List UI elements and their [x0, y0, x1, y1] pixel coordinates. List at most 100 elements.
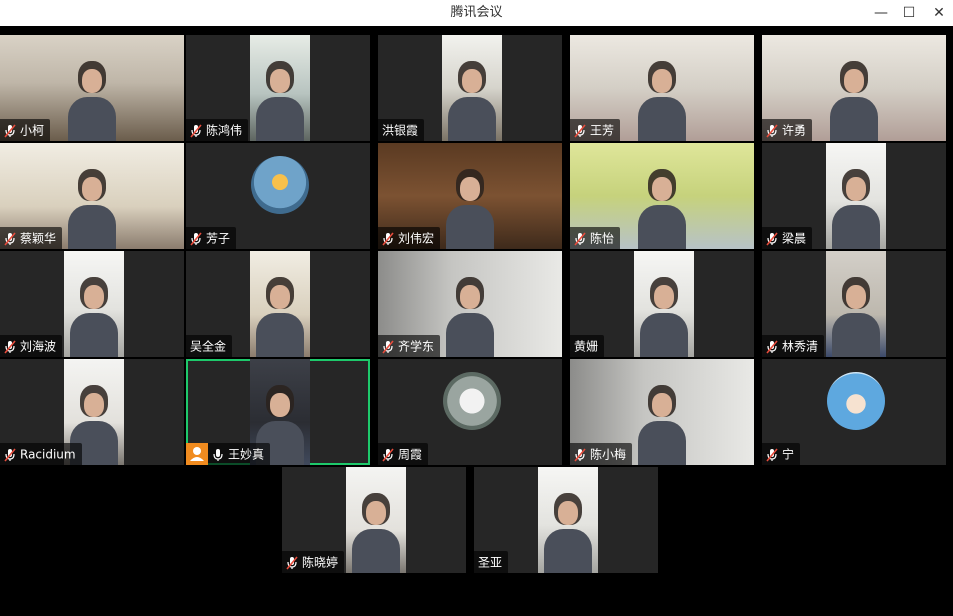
person-body — [832, 205, 880, 249]
mic-muted-icon[interactable] — [382, 447, 398, 462]
mic-muted-icon[interactable] — [382, 231, 398, 246]
video-gallery: 小柯 陈鸿伟 洪银霞 王芳 许勇 蔡颖华 芳子 刘伟宏 陈怡 梁晨 刘海波 吴全… — [0, 26, 953, 616]
participant-tile[interactable]: 齐学东 — [378, 251, 562, 357]
participant-tile[interactable]: 王妙真 — [186, 359, 370, 465]
participant-tile[interactable]: 周霞 — [378, 359, 562, 465]
mic-muted-icon[interactable] — [766, 339, 782, 354]
mic-muted-icon[interactable] — [574, 447, 590, 462]
participant-name-label: 蔡颖华 — [0, 227, 63, 249]
person-body — [638, 205, 686, 249]
participant-tile[interactable]: 林秀清 — [762, 251, 946, 357]
person-body — [640, 313, 688, 357]
participant-tile[interactable]: 刘海波 — [0, 251, 184, 357]
participant-video — [826, 143, 886, 249]
participant-tile[interactable]: Racidium — [0, 359, 184, 465]
person-body — [448, 97, 496, 141]
mic-icon[interactable] — [212, 447, 228, 461]
participant-video — [346, 467, 406, 573]
person-face — [270, 393, 290, 417]
window-title: 腾讯会议 — [450, 5, 503, 20]
participant-name: 陈晓婷 — [302, 555, 339, 570]
mic-muted-icon[interactable] — [574, 123, 590, 138]
participant-avatar — [443, 372, 501, 430]
participant-name-label: 圣亚 — [474, 551, 509, 573]
participant-name: 王芳 — [590, 123, 615, 138]
participant-tile[interactable]: 陈小梅 — [570, 359, 754, 465]
participant-name-label: 王芳 — [570, 119, 621, 141]
person-face — [462, 69, 482, 93]
mic-muted-icon[interactable] — [190, 123, 206, 138]
participant-name: 许勇 — [782, 123, 807, 138]
person-face — [652, 177, 672, 201]
mic-muted-icon[interactable] — [574, 231, 590, 246]
participant-video — [634, 251, 694, 357]
participant-tile[interactable]: 洪银霞 — [378, 35, 562, 141]
participant-tile[interactable]: 吴全金 — [186, 251, 370, 357]
person-face — [84, 285, 104, 309]
participant-name: 宁 — [782, 447, 795, 462]
person-body — [544, 529, 592, 573]
participant-name: 蔡颖华 — [20, 231, 57, 246]
person-body — [70, 313, 118, 357]
participant-name: 王妙真 — [228, 447, 265, 462]
mic-muted-icon[interactable] — [766, 447, 782, 462]
participant-tile[interactable]: 蔡颖华 — [0, 143, 184, 249]
mic-muted-icon[interactable] — [766, 123, 782, 138]
participant-tile[interactable]: 陈晓婷 — [282, 467, 466, 573]
participant-name: 圣亚 — [478, 555, 503, 570]
person-face — [460, 285, 480, 309]
person-face — [460, 177, 480, 201]
mic-muted-icon[interactable] — [4, 123, 20, 138]
participant-name: 小柯 — [20, 123, 45, 138]
participant-name: 洪银霞 — [382, 123, 419, 138]
mic-muted-icon[interactable] — [382, 339, 398, 354]
participant-name-label: Racidium — [0, 443, 82, 465]
participant-tile[interactable]: 小柯 — [0, 35, 184, 141]
participant-tile[interactable]: 陈怡 — [570, 143, 754, 249]
mic-muted-icon[interactable] — [4, 447, 20, 462]
participant-name-label: 陈怡 — [570, 227, 621, 249]
participant-name: 陈怡 — [590, 231, 615, 246]
mic-muted-icon[interactable] — [766, 231, 782, 246]
close-button[interactable]: ✕ — [924, 0, 953, 26]
participant-video — [442, 35, 502, 141]
person-face — [652, 393, 672, 417]
participant-tile[interactable]: 许勇 — [762, 35, 946, 141]
participant-video — [538, 467, 598, 573]
participant-name-label: 黄姗 — [570, 335, 605, 357]
participant-tile[interactable]: 圣亚 — [474, 467, 658, 573]
participant-tile[interactable]: 芳子 — [186, 143, 370, 249]
participant-name-label: 王妙真 — [208, 443, 271, 465]
participant-name: 林秀清 — [782, 339, 819, 354]
mic-muted-icon[interactable] — [190, 231, 206, 246]
participant-name: 刘伟宏 — [398, 231, 435, 246]
person-face — [82, 177, 102, 201]
maximize-button[interactable]: ☐ — [894, 0, 924, 26]
participant-tile[interactable]: 刘伟宏 — [378, 143, 562, 249]
participant-name-label: 齐学东 — [378, 335, 441, 357]
participant-name-label: 芳子 — [186, 227, 237, 249]
participant-name: 黄姗 — [574, 339, 599, 354]
participant-tile[interactable]: 梁晨 — [762, 143, 946, 249]
person-face — [82, 69, 102, 93]
mic-muted-icon[interactable] — [4, 339, 20, 354]
person-body — [830, 97, 878, 141]
mic-muted-icon[interactable] — [286, 555, 302, 570]
participant-avatar — [251, 156, 309, 214]
person-body — [352, 529, 400, 573]
participant-video — [64, 251, 124, 357]
person-face — [84, 393, 104, 417]
participant-tile[interactable]: 王芳 — [570, 35, 754, 141]
person-body — [68, 97, 116, 141]
person-body — [638, 97, 686, 141]
host-badge-icon — [186, 443, 208, 465]
minimize-button[interactable]: — — [866, 0, 896, 26]
participant-tile[interactable]: 陈鸿伟 — [186, 35, 370, 141]
participant-name: Racidium — [20, 447, 76, 462]
participant-name-label: 小柯 — [0, 119, 51, 141]
person-face — [846, 177, 866, 201]
participant-tile[interactable]: 宁 — [762, 359, 946, 465]
participant-name: 陈小梅 — [590, 447, 627, 462]
mic-muted-icon[interactable] — [4, 231, 20, 246]
participant-tile[interactable]: 黄姗 — [570, 251, 754, 357]
